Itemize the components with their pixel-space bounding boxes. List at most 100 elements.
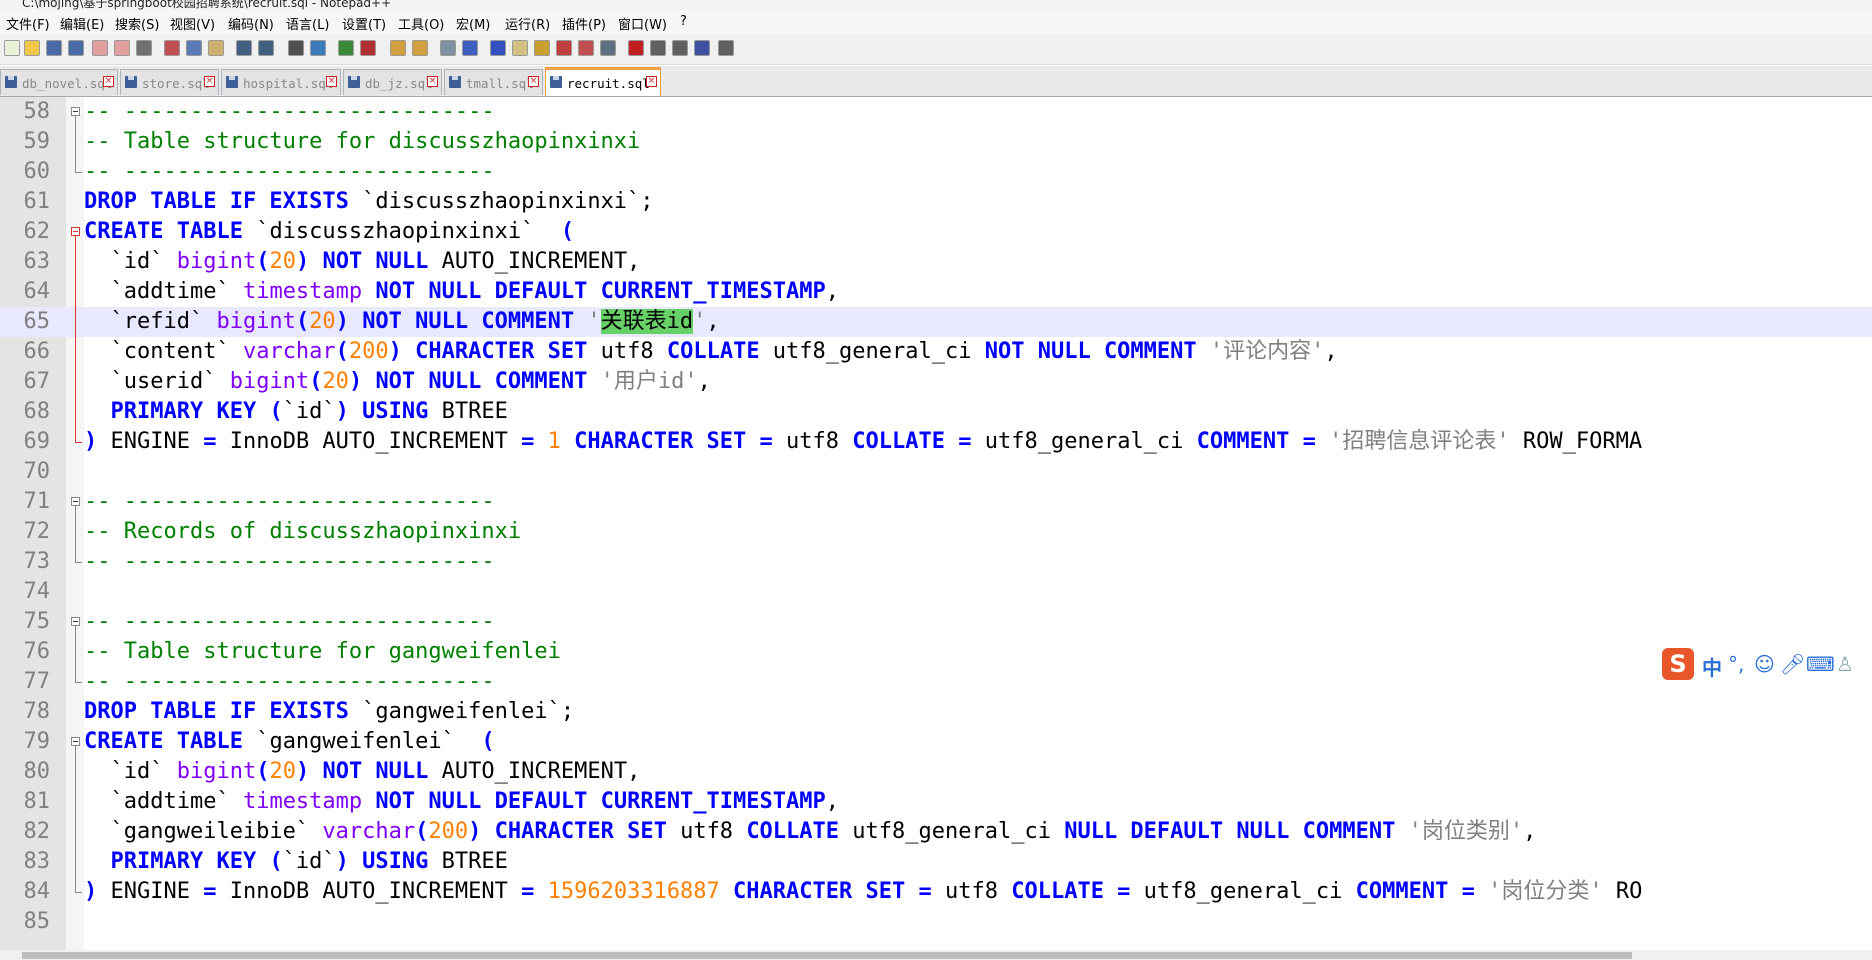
code-line[interactable]: 79 CREATE TABLE `gangweifenlei` ( [0,727,1872,757]
code-line[interactable]: 67 `userid` bigint(20) NOT NULL COMMENT … [0,367,1872,397]
menu-item-1[interactable]: 编辑(E) [60,14,104,33]
menu-item-9[interactable]: 运行(R) [505,14,550,33]
code-line[interactable]: 77 -- ---------------------------- [0,667,1872,697]
run-macro-multiple-icon[interactable] [694,40,710,56]
tab-recruit[interactable]: recruit.sql × [545,67,661,96]
code-line[interactable]: 58 -- ---------------------------- [0,97,1872,127]
function-list-icon[interactable] [534,40,550,56]
code-line[interactable]: 84) ENGINE = InnoDB AUTO_INCREMENT = 159… [0,877,1872,907]
menu-item-7[interactable]: 工具(O) [398,14,444,33]
menu-item-8[interactable]: 宏(M) [456,14,490,33]
menu-item-5[interactable]: 语言(L) [286,14,329,33]
record-macro-icon[interactable] [628,40,644,56]
monitor-icon[interactable] [600,40,616,56]
ime-toolbar[interactable]: S 中 °, ☺ 🎤︎ ⌨ ♙ [1658,644,1872,684]
show-all-chars-icon[interactable] [462,40,478,56]
code-line[interactable]: 78 DROP TABLE IF EXISTS `gangweifenlei`; [0,697,1872,727]
paste-icon[interactable] [208,40,224,56]
code-line[interactable]: 81 `addtime` timestamp NOT NULL DEFAULT … [0,787,1872,817]
fold-toggle-icon[interactable] [71,737,80,746]
tab-store[interactable]: store.sql × [120,69,219,95]
code-line[interactable]: 85 [0,907,1872,937]
menu-item-10[interactable]: 插件(P) [562,14,606,33]
close-tab-icon[interactable]: × [646,76,657,87]
stop-macro-icon[interactable] [650,40,666,56]
code-line[interactable]: 62 CREATE TABLE `discusszhaopinxinxi` ( [0,217,1872,247]
close-tab-icon[interactable]: × [103,76,114,87]
code-line[interactable]: 74 [0,577,1872,607]
close-tab-icon[interactable]: × [528,76,539,87]
code-line[interactable]: 72 -- Records of discusszhaopinxinxi [0,517,1872,547]
menu-item-6[interactable]: 设置(T) [342,14,386,33]
zoom-in-icon[interactable] [338,40,354,56]
language-icon[interactable] [512,40,528,56]
indent-guide-icon[interactable] [490,40,506,56]
ime-punctuation-toggle[interactable]: °, [1728,652,1744,676]
save-macro-icon[interactable] [718,40,734,56]
close-all-icon[interactable] [114,40,130,56]
code-line[interactable]: 73 -- ---------------------------- [0,547,1872,577]
code-line[interactable]: 61 DROP TABLE IF EXISTS `discusszhaopinxi… [0,187,1872,217]
close-tab-icon[interactable]: × [326,76,337,87]
tab-tmall[interactable]: tmall.sql × [444,69,543,95]
user-icon[interactable]: ♙ [1836,652,1854,676]
new-file-icon[interactable] [4,40,20,56]
play-macro-icon[interactable] [672,40,688,56]
replace-icon[interactable] [310,40,326,56]
code-line[interactable]: 83 PRIMARY KEY (`id`) USING BTREE [0,847,1872,877]
tab-db-jz[interactable]: db_jz.sql × [343,69,442,95]
close-tab-icon[interactable]: × [427,76,438,87]
code-line[interactable]: 65 `refid` bigint(20) NOT NULL COMMENT '… [0,307,1872,337]
cut-icon[interactable] [164,40,180,56]
word-wrap-icon[interactable] [440,40,456,56]
sync-vertical-icon[interactable] [390,40,406,56]
microphone-icon[interactable]: 🎤︎ [1780,652,1805,676]
redo-icon[interactable] [258,40,274,56]
code-line[interactable]: 71 -- ---------------------------- [0,487,1872,517]
sync-horizontal-icon[interactable] [412,40,428,56]
menu-item-11[interactable]: 窗口(W) [618,14,667,33]
fold-toggle-icon[interactable] [71,107,80,116]
save-icon[interactable] [46,40,62,56]
smiley-icon[interactable]: ☺ [1754,652,1775,676]
code-line[interactable]: 80 `id` bigint(20) NOT NULL AUTO_INCREME… [0,757,1872,787]
code-line[interactable]: 70 [0,457,1872,487]
code-line[interactable]: 66 `content` varchar(200) CHARACTER SET … [0,337,1872,367]
sogou-logo-icon[interactable]: S [1662,648,1694,680]
horizontal-scrollbar[interactable] [0,950,1872,960]
doc-map-icon[interactable] [556,40,572,56]
print-icon[interactable] [136,40,152,56]
find-icon[interactable] [288,40,304,56]
tab-db-novel[interactable]: db_novel.sql × [0,69,118,95]
folder-icon[interactable] [578,40,594,56]
code-line[interactable]: 68 PRIMARY KEY (`id`) USING BTREE [0,397,1872,427]
code-line[interactable]: 69) ENGINE = InnoDB AUTO_INCREMENT = 1 C… [0,427,1872,457]
menu-item-0[interactable]: 文件(F) [6,14,50,33]
menu-item-3[interactable]: 视图(V) [170,14,215,33]
code-line[interactable]: 63 `id` bigint(20) NOT NULL AUTO_INCREME… [0,247,1872,277]
menu-item-4[interactable]: 编码(N) [228,14,274,33]
scrollbar-thumb[interactable] [22,952,1632,959]
save-all-icon[interactable] [68,40,84,56]
menu-item-12[interactable]: ? [680,14,687,29]
ime-mode-toggle[interactable]: 中 [1702,652,1722,681]
fold-toggle-icon[interactable] [71,617,80,626]
tab-hospital[interactable]: hospital.sql × [221,69,341,95]
menu-item-2[interactable]: 搜索(S) [115,14,159,33]
zoom-out-icon[interactable] [360,40,376,56]
code-line[interactable]: 60 -- ---------------------------- [0,157,1872,187]
code-line[interactable]: 59 -- Table structure for discusszhaopinx… [0,127,1872,157]
fold-toggle-icon[interactable] [71,227,80,236]
code-editor[interactable]: 58 -- ---------------------------- 59 -- Ta… [0,97,1872,950]
code-line[interactable]: 82 `gangweileibie` varchar(200) CHARACTE… [0,817,1872,847]
code-line[interactable]: 75 -- ---------------------------- [0,607,1872,637]
code-line[interactable]: 64 `addtime` timestamp NOT NULL DEFAULT … [0,277,1872,307]
fold-toggle-icon[interactable] [71,497,80,506]
open-file-icon[interactable] [24,40,40,56]
undo-icon[interactable] [236,40,252,56]
copy-icon[interactable] [186,40,202,56]
close-icon[interactable] [92,40,108,56]
keyboard-icon[interactable]: ⌨ [1806,652,1835,676]
close-tab-icon[interactable]: × [204,76,215,87]
code-line[interactable]: 76 -- Table structure for gangweifenlei [0,637,1872,667]
